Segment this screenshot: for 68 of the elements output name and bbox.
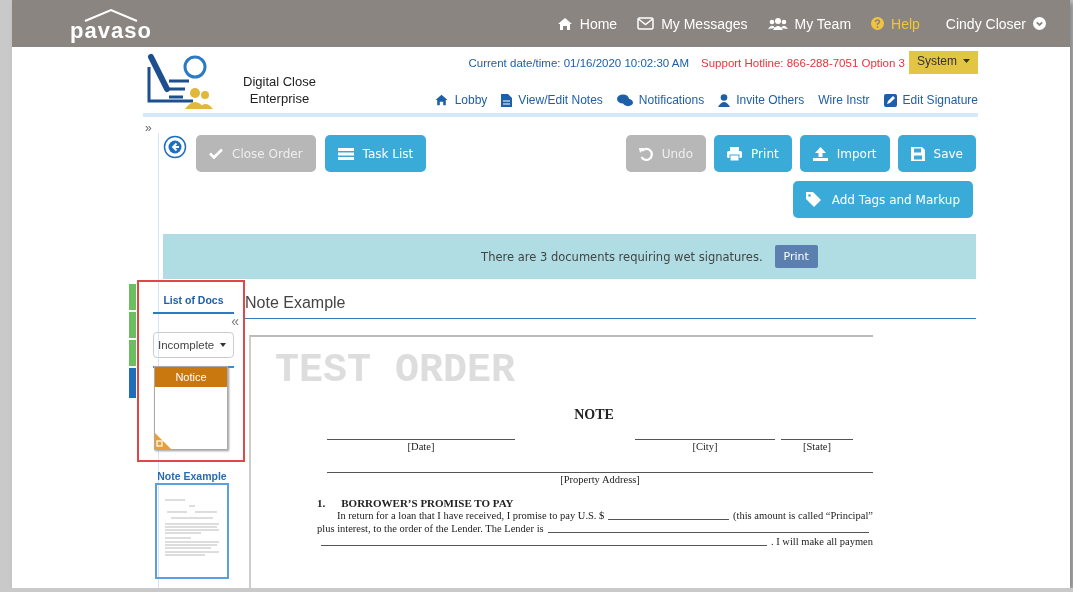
undo-icon [638, 146, 653, 161]
document-thumbnail[interactable] [155, 483, 229, 579]
caret-icon [220, 343, 227, 347]
document-title: Note Example [245, 294, 347, 312]
nav-link[interactable]: My Messages [637, 15, 748, 32]
pen-and-list-logo-drawing [145, 53, 215, 111]
chevron-down-icon [1033, 17, 1046, 30]
print-button[interactable]: Print [774, 245, 818, 268]
checkmark-icon [209, 148, 223, 159]
toolbar-button[interactable]: Add Tags and Markup [792, 181, 973, 218]
thumbnail-title: Notice [155, 367, 227, 387]
banner-message: There are 3 documents requiring wet signatures. [481, 249, 763, 264]
section-title: BORROWER’S PROMISE TO PAY [341, 497, 514, 509]
app-nav-link[interactable]: Lobby [433, 93, 488, 107]
document-text: . I will make all paymen [770, 535, 873, 548]
section-number: 1. [317, 497, 326, 509]
document-text: plus interest, to the order of the Lender. The Lender is [317, 522, 544, 535]
system-dropdown[interactable]: System [909, 51, 978, 74]
house-roof-icon [82, 7, 139, 22]
home-icon [556, 16, 573, 31]
nav-link[interactable]: Home [556, 15, 618, 32]
expand-toggle[interactable]: » [145, 123, 152, 133]
people-icon [767, 17, 788, 30]
toolbar-button[interactable]: Print [714, 135, 792, 172]
document-text: In return for a loan that I have received, I promise to pay U.S. $ [337, 509, 605, 522]
person-icon [718, 93, 731, 107]
app-nav-link[interactable]: View/Edit Notes [501, 93, 603, 107]
status-strip[interactable] [129, 368, 136, 398]
app-nav-link[interactable]: Wire Instr [818, 93, 870, 107]
app-nav-link[interactable]: Notifications [616, 93, 705, 107]
document-icon [501, 93, 513, 107]
corner-tag-icon [155, 433, 171, 449]
document-label: Note Example [157, 470, 227, 482]
app-nav-link[interactable]: Invite Others [718, 93, 805, 107]
list-of-docs-tab[interactable]: List of Docs [153, 292, 234, 314]
app-nav-link[interactable]: Edit Signature [883, 93, 978, 107]
tag-icon [805, 192, 823, 207]
status-strip[interactable] [129, 340, 136, 366]
app-name: Digital Close Enterprise [243, 73, 316, 107]
collapse-toggle[interactable]: « [231, 314, 239, 328]
user-menu[interactable]: Cindy Closer [945, 15, 1046, 32]
status-strip[interactable] [129, 312, 136, 338]
toolbar-button[interactable]: Save [897, 135, 976, 172]
nav-link[interactable]: Help [871, 15, 920, 32]
document-heading: NOTE [573, 407, 615, 423]
list-icon [337, 147, 354, 160]
edit-icon [883, 93, 897, 107]
nav-link[interactable]: My Team [767, 15, 852, 32]
current-datetime: Current date/time: 01/16/2020 10:02:30 AM [468, 57, 690, 69]
document-text: (this amount is called “Principal” [733, 509, 873, 522]
filter-dropdown[interactable]: Incomplete [153, 332, 234, 358]
help-icon [871, 17, 885, 30]
envelope-icon [637, 17, 655, 30]
field-label: [Property Address] [560, 474, 640, 485]
toolbar-button[interactable]: Import [799, 135, 890, 172]
field-label: [Date] [407, 441, 435, 452]
home-icon [433, 94, 449, 106]
printer-icon [727, 146, 743, 161]
upload-icon [812, 146, 828, 161]
toolbar-button[interactable]: Task List [324, 135, 427, 172]
caret-icon [963, 59, 970, 63]
support-hotline: Support Hotline: 866-288-7051 Option 3 [701, 57, 905, 69]
document-thumbnail[interactable]: Notice [154, 366, 228, 450]
status-strip[interactable] [129, 284, 136, 310]
chat-bubbles-icon [616, 93, 633, 107]
field-label: [State] [803, 441, 831, 452]
field-label: [City] [692, 441, 718, 452]
fill-in-line [781, 439, 853, 440]
